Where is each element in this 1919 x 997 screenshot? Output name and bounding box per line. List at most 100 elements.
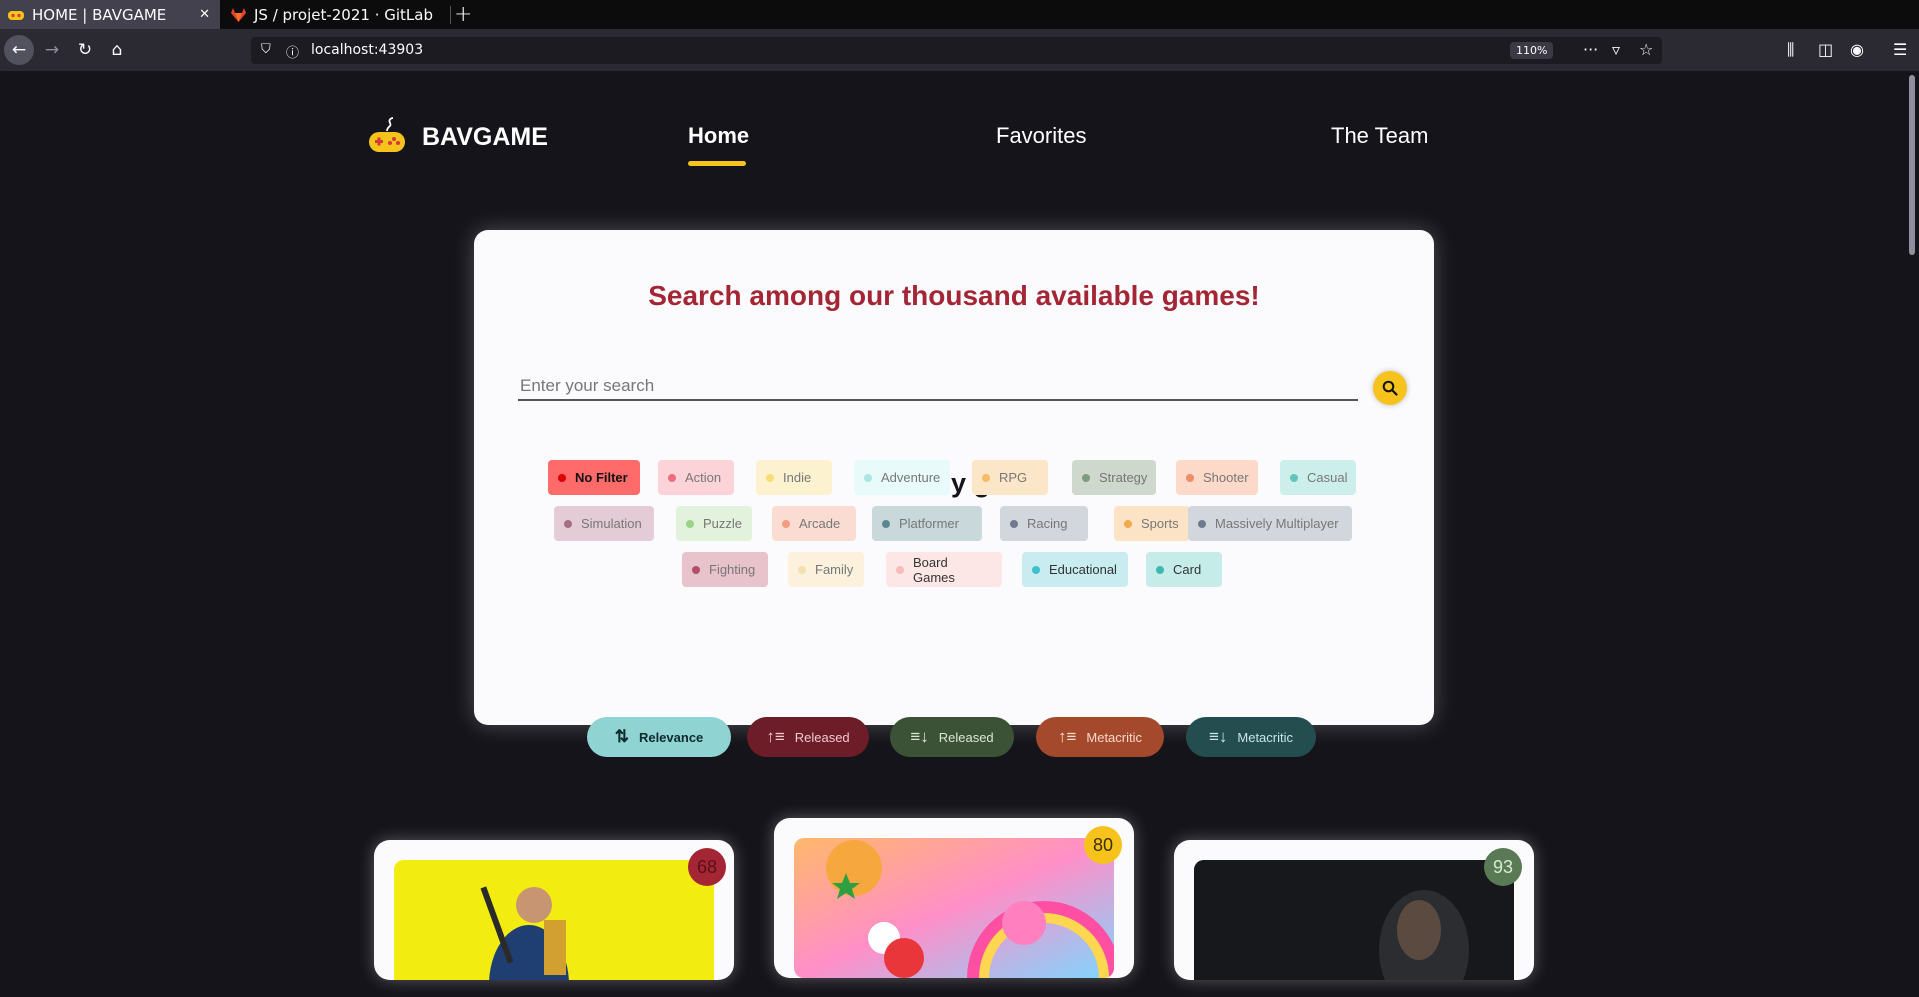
genre-chip-simulation[interactable]: Simulation bbox=[554, 506, 654, 541]
browser-tab-gitlab[interactable]: JS / projet-2021 · GitLab bbox=[222, 0, 450, 29]
genre-chip-strategy[interactable]: Strategy bbox=[1072, 460, 1156, 495]
genre-dot-icon bbox=[692, 565, 700, 574]
sort-desc-icon: ≡↓ bbox=[1208, 727, 1228, 746]
game-cover-image[interactable] bbox=[794, 838, 1114, 978]
genre-chip-label: Fighting bbox=[709, 562, 756, 577]
tab-title: HOME | BAVGAME bbox=[32, 5, 167, 24]
gamepad-favicon-icon bbox=[8, 7, 24, 23]
genre-dot-icon bbox=[668, 473, 676, 482]
nav-the-team[interactable]: The Team bbox=[1331, 123, 1428, 149]
genre-chip-label: Shooter bbox=[1203, 470, 1249, 485]
search-button[interactable] bbox=[1373, 371, 1407, 405]
search-icon bbox=[1382, 380, 1398, 396]
game-cover-image[interactable] bbox=[1194, 860, 1514, 980]
genre-chip-action[interactable]: Action bbox=[658, 460, 734, 495]
genre-chip-label: Puzzle bbox=[703, 516, 743, 531]
zoom-level-badge[interactable]: 110% bbox=[1510, 42, 1554, 59]
sort-relevance-icon: ⇅ bbox=[614, 727, 629, 746]
genre-chip-fighting[interactable]: Fighting bbox=[682, 552, 768, 587]
genre-chip-arcade[interactable]: Arcade bbox=[772, 506, 856, 541]
sort-asc-icon: ↑≡ bbox=[1057, 727, 1077, 746]
genre-chip-label: Strategy bbox=[1099, 470, 1148, 485]
gitlab-favicon-icon bbox=[230, 7, 246, 23]
menu-hamburger-icon[interactable]: ☰ bbox=[1893, 40, 1907, 59]
genre-chip-indie[interactable]: Indie bbox=[756, 460, 832, 495]
genre-chip-puzzle[interactable]: Puzzle bbox=[676, 506, 752, 541]
genre-dot-icon bbox=[882, 519, 890, 528]
reload-icon[interactable]: ↻ bbox=[70, 29, 100, 71]
genre-chip-rpg[interactable]: RPG bbox=[972, 460, 1048, 495]
genre-chip-massively-multiplayer[interactable]: Massively Multiplayer bbox=[1188, 506, 1352, 541]
genre-chip-board-games[interactable]: Board Games bbox=[886, 552, 1002, 587]
url-text[interactable]: localhost:43903 bbox=[311, 42, 423, 58]
shield-icon[interactable]: ⛉ bbox=[261, 42, 271, 57]
metacritic-score-badge: 68 bbox=[688, 848, 726, 886]
genre-chip-label: Massively Multiplayer bbox=[1215, 516, 1339, 531]
genre-chip-sports[interactable]: Sports bbox=[1114, 506, 1190, 541]
account-icon[interactable]: ◉ bbox=[1850, 40, 1864, 59]
browser-tab-home[interactable]: HOME | BAVGAME ✕ bbox=[0, 0, 220, 29]
genre-dot-icon bbox=[1032, 565, 1040, 574]
genre-dot-icon bbox=[1290, 473, 1298, 482]
genre-dot-icon bbox=[558, 473, 566, 482]
forward-arrow-icon[interactable]: → bbox=[37, 29, 67, 71]
genre-chip-label: Platformer bbox=[899, 516, 959, 531]
genre-chip-card[interactable]: Card bbox=[1146, 552, 1222, 587]
address-bar[interactable]: ⛉ ⓘ localhost:43903 110% ··· ▿ ☆ bbox=[251, 37, 1662, 64]
new-tab-plus-icon[interactable]: + bbox=[454, 2, 472, 27]
nav-favorites[interactable]: Favorites bbox=[996, 123, 1086, 149]
search-panel: Search among our thousand available game… bbox=[474, 230, 1434, 725]
nav-home[interactable]: Home bbox=[688, 123, 749, 149]
genre-chip-platformer[interactable]: Platformer bbox=[872, 506, 982, 541]
genre-chip-label: Action bbox=[685, 470, 722, 485]
genre-chip-adventure[interactable]: Adventure bbox=[854, 460, 950, 495]
sort-button-metacritic-4[interactable]: ≡↓ Metacritic bbox=[1186, 717, 1316, 757]
sort-button-relevance-0[interactable]: ⇅ Relevance bbox=[587, 717, 731, 757]
sort-button-label: Metacritic bbox=[1237, 729, 1294, 745]
genre-chip-educational[interactable]: Educational bbox=[1022, 552, 1128, 587]
genre-chip-label: Simulation bbox=[581, 516, 642, 531]
genre-chip-racing[interactable]: Racing bbox=[1000, 506, 1088, 541]
genre-dot-icon bbox=[766, 473, 774, 482]
site-info-icon[interactable]: ⓘ bbox=[286, 42, 299, 61]
genre-chip-label: No Filter bbox=[575, 470, 628, 485]
game-card[interactable]: 93 bbox=[1174, 840, 1534, 980]
scrollbar-thumb[interactable] bbox=[1909, 75, 1915, 255]
genre-chip-label: Racing bbox=[1027, 516, 1068, 531]
gamepad-logo-icon[interactable] bbox=[368, 117, 406, 155]
back-button[interactable]: ← bbox=[4, 29, 34, 71]
sort-button-released-1[interactable]: ↑≡ Released bbox=[747, 717, 869, 757]
pocket-icon[interactable]: ▿ bbox=[1612, 40, 1620, 59]
genre-chip-label: Card bbox=[1173, 562, 1202, 577]
brand-name[interactable]: BAVGAME bbox=[422, 123, 548, 152]
genre-chip-family[interactable]: Family bbox=[788, 552, 864, 587]
game-cover-image[interactable] bbox=[394, 860, 714, 980]
active-nav-underline bbox=[688, 161, 746, 166]
close-tab-icon[interactable]: ✕ bbox=[199, 7, 210, 22]
search-input[interactable] bbox=[518, 373, 1358, 401]
sort-button-metacritic-3[interactable]: ↑≡ Metacritic bbox=[1036, 717, 1164, 757]
genre-chip-label: Sports bbox=[1141, 516, 1179, 531]
genre-dot-icon bbox=[982, 473, 990, 482]
genre-chip-casual[interactable]: Casual bbox=[1280, 460, 1356, 495]
browser-tab-bar: HOME | BAVGAME ✕ JS / projet-2021 · GitL… bbox=[0, 0, 1919, 29]
sort-button-label: Released bbox=[938, 729, 994, 745]
genre-dot-icon bbox=[1198, 519, 1206, 528]
sort-asc-icon: ↑≡ bbox=[766, 727, 785, 746]
sort-button-released-2[interactable]: ≡↓ Released bbox=[890, 717, 1014, 757]
sidebar-icon[interactable]: ◫ bbox=[1818, 40, 1833, 59]
sort-button-label: Metacritic bbox=[1086, 729, 1143, 745]
genre-dot-icon bbox=[1010, 519, 1018, 528]
genre-chip-label: Adventure bbox=[881, 470, 941, 485]
page-scrollbar[interactable] bbox=[1905, 71, 1919, 997]
library-icon[interactable]: ⫼ bbox=[1787, 40, 1794, 60]
game-card[interactable]: 80 bbox=[774, 818, 1134, 978]
bookmark-star-icon[interactable]: ☆ bbox=[1639, 40, 1653, 59]
genre-dot-icon bbox=[896, 565, 904, 574]
page-actions-icon[interactable]: ··· bbox=[1583, 40, 1598, 59]
genre-chip-shooter[interactable]: Shooter bbox=[1176, 460, 1258, 495]
game-card[interactable]: 68 bbox=[374, 840, 734, 980]
home-icon[interactable]: ⌂ bbox=[102, 29, 132, 71]
genre-chip-no-filter[interactable]: No Filter bbox=[548, 460, 640, 495]
tab-separator bbox=[450, 6, 451, 24]
